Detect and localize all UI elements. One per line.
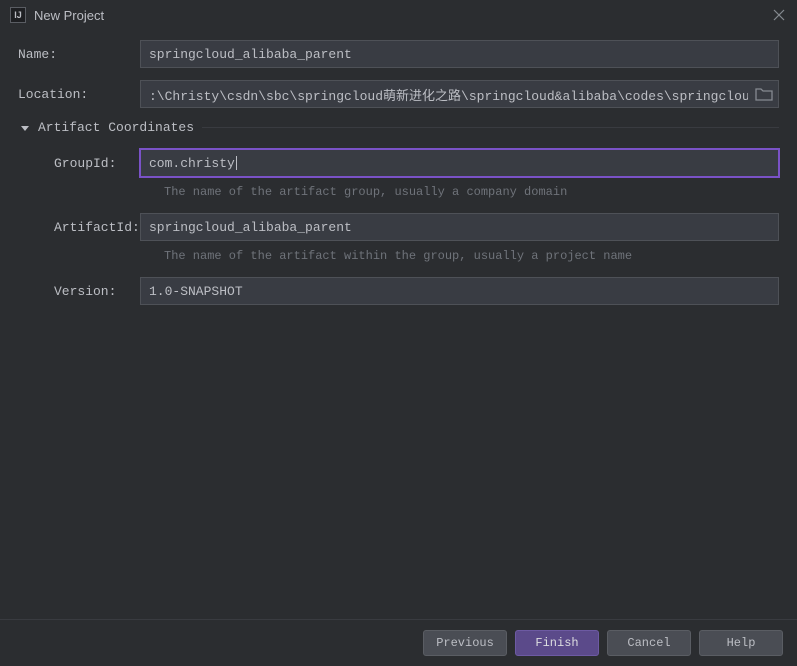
location-input[interactable] [140,80,779,108]
version-row: Version: [18,277,779,305]
groupid-value: com.christy [149,156,235,171]
artifact-coordinates-toggle[interactable]: Artifact Coordinates [18,120,779,135]
groupid-input[interactable]: com.christy [140,149,779,177]
location-row: Location: [18,80,779,108]
artifactid-hint: The name of the artifact within the grou… [164,249,779,263]
artifactid-input[interactable] [140,213,779,241]
location-wrapper [140,80,779,108]
folder-icon[interactable] [755,87,773,101]
groupid-row: GroupId: com.christy [18,149,779,177]
groupid-hint: The name of the artifact group, usually … [164,185,779,199]
titlebar: IJ New Project [0,0,797,30]
version-input[interactable] [140,277,779,305]
app-icon: IJ [10,7,26,23]
close-icon [773,9,785,21]
chevron-down-icon [18,121,32,135]
section-divider [202,127,779,128]
close-button[interactable] [771,7,787,23]
section-title: Artifact Coordinates [38,120,194,135]
name-row: Name: [18,40,779,68]
previous-button[interactable]: Previous [423,630,507,656]
artifactid-row: ArtifactId: [18,213,779,241]
version-label: Version: [18,284,140,299]
footer: Previous Finish Cancel Help [0,619,797,666]
cancel-button[interactable]: Cancel [607,630,691,656]
name-label: Name: [18,47,140,62]
artifactid-label: ArtifactId: [18,220,140,235]
window-title: New Project [34,8,771,23]
groupid-label: GroupId: [18,156,140,171]
name-input[interactable] [140,40,779,68]
text-caret [236,156,237,170]
help-button[interactable]: Help [699,630,783,656]
finish-button[interactable]: Finish [515,630,599,656]
content-area: Name: Location: Artifact Coordinates Gro… [0,30,797,619]
location-label: Location: [18,87,140,102]
